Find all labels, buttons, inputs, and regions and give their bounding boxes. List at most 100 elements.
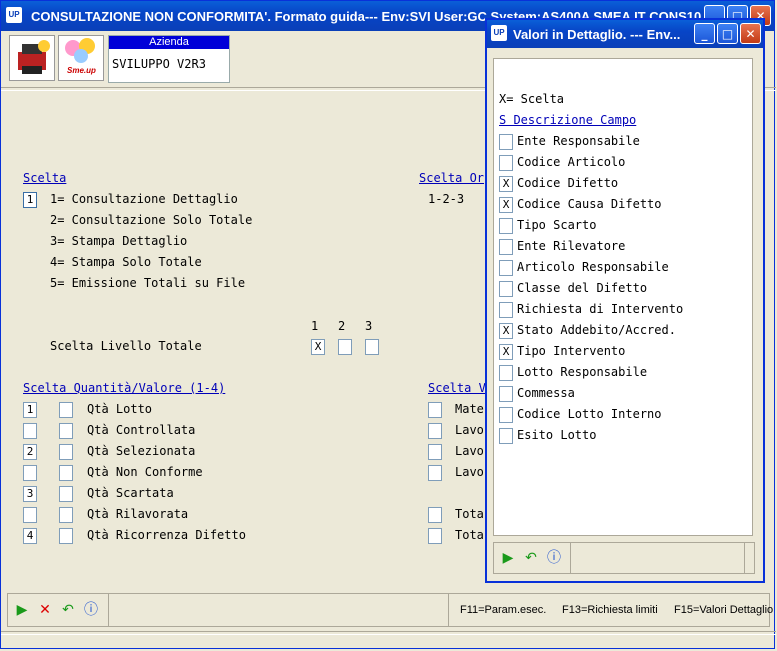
- scelta-option: 3= Stampa Dettaglio: [50, 234, 188, 248]
- quantita-label: Qtà Non Conforme: [87, 465, 203, 479]
- popup-item-label: Tipo Scarto: [517, 218, 597, 232]
- scelta-option: 1= Consultazione Dettaglio: [50, 192, 238, 206]
- popup-header: S Descrizione Campo: [499, 113, 637, 127]
- scelta-v-input[interactable]: [428, 402, 442, 418]
- scelta-v-label: Lavo: [455, 465, 484, 479]
- popup-item-label: Codice Causa Difetto: [517, 197, 662, 211]
- livello-col-2: 2: [338, 319, 346, 333]
- f13-key[interactable]: F13=Richiesta limiti: [562, 604, 658, 616]
- quantita-label: Qtà Ricorrenza Difetto: [87, 528, 246, 542]
- popup-body: [493, 58, 753, 536]
- livello-1-checkbox[interactable]: X: [311, 339, 325, 355]
- quantita-num-input[interactable]: 2: [23, 444, 37, 460]
- play-icon[interactable]: ▶: [500, 550, 516, 566]
- quantita-num-input[interactable]: [23, 423, 37, 439]
- popup-item-label: Ente Rilevatore: [517, 239, 626, 253]
- popup-maximize-button[interactable]: □: [717, 23, 738, 44]
- play-icon[interactable]: ▶: [14, 602, 30, 618]
- quantita-check-input[interactable]: [59, 486, 73, 502]
- livello-label: Scelta Livello Totale: [50, 339, 202, 353]
- popup-select-checkbox[interactable]: [499, 218, 513, 234]
- popup-select-checkbox[interactable]: [499, 386, 513, 402]
- popup-item-label: Commessa: [517, 386, 575, 400]
- refresh-icon[interactable]: ↶: [60, 602, 76, 618]
- popup-close-button[interactable]: ✕: [740, 23, 761, 44]
- livello-3-checkbox[interactable]: [365, 339, 379, 355]
- quantita-check-input[interactable]: [59, 444, 73, 460]
- popup-item-label: Codice Articolo: [517, 155, 626, 169]
- quantita-check-input[interactable]: [59, 528, 73, 544]
- printer-logo-icon[interactable]: [9, 35, 55, 81]
- popup-titlebar[interactable]: UP Valori in Dettaglio. --- Env... _ □ ✕: [487, 20, 763, 48]
- quantita-label: Qtà Lotto: [87, 402, 153, 416]
- popup-title: Valori in Dettaglio. --- Env...: [513, 27, 681, 42]
- scelta-option: 4= Stampa Solo Totale: [50, 255, 202, 269]
- scelta-v-label: Lavo: [455, 444, 484, 458]
- scelta-v-label: Tota: [455, 507, 484, 521]
- popup-window: UP Valori in Dettaglio. --- Env... _ □ ✕…: [485, 18, 765, 583]
- scelta-v-label: Mate: [455, 402, 484, 416]
- quantita-check-input[interactable]: [59, 423, 73, 439]
- f11-key[interactable]: F11=Param.esec.: [460, 604, 546, 616]
- popup-select-checkbox[interactable]: [499, 302, 513, 318]
- scelta-v-input[interactable]: [428, 423, 442, 439]
- popup-item-label: Classe del Difetto: [517, 281, 648, 295]
- popup-select-checkbox[interactable]: [499, 134, 513, 150]
- popup-select-checkbox[interactable]: [499, 239, 513, 255]
- popup-select-checkbox[interactable]: X: [499, 323, 513, 339]
- livello-2-checkbox[interactable]: [338, 339, 352, 355]
- quantita-num-input[interactable]: 1: [23, 402, 37, 418]
- popup-select-checkbox[interactable]: [499, 260, 513, 276]
- popup-select-checkbox[interactable]: [499, 155, 513, 171]
- scelta-header: Scelta: [23, 171, 67, 185]
- azienda-panel: Azienda SVILUPPO V2R3: [108, 35, 230, 83]
- quantita-check-input[interactable]: [59, 507, 73, 523]
- popup-legend: X= Scelta: [499, 92, 565, 106]
- quantita-label: Qtà Selezionata: [87, 444, 196, 458]
- popup-select-checkbox[interactable]: X: [499, 176, 513, 192]
- scelta-v-input[interactable]: [428, 507, 442, 523]
- popup-item-label: Ente Responsabile: [517, 134, 640, 148]
- scelta-ord-range: 1-2-3: [428, 192, 465, 206]
- popup-select-checkbox[interactable]: X: [499, 197, 513, 213]
- scelta-option: 2= Consultazione Solo Totale: [50, 213, 253, 227]
- popup-item-label: Esito Lotto: [517, 428, 597, 442]
- quantita-num-input[interactable]: [23, 465, 37, 481]
- livello-col-1: 1: [311, 319, 319, 333]
- popup-item-label: Tipo Intervento: [517, 344, 626, 358]
- info-icon[interactable]: ⓘ: [546, 550, 562, 566]
- popup-item-label: Richiesta di Intervento: [517, 302, 684, 316]
- popup-select-checkbox[interactable]: X: [499, 344, 513, 360]
- quantita-num-input[interactable]: 3: [23, 486, 37, 502]
- popup-select-checkbox[interactable]: [499, 365, 513, 381]
- scelta-input[interactable]: 1: [23, 192, 37, 208]
- popup-minimize-button[interactable]: _: [694, 23, 715, 44]
- popup-select-checkbox[interactable]: [499, 407, 513, 423]
- quantita-num-input[interactable]: [23, 507, 37, 523]
- scelta-v-label: Lavo: [455, 423, 484, 437]
- f15-key[interactable]: F15=Valori Dettaglio: [674, 604, 773, 616]
- livello-col-3: 3: [365, 319, 373, 333]
- bottom-divider: [1, 631, 776, 635]
- smeup-logo-text: Sme.up: [67, 66, 96, 75]
- azienda-label: Azienda: [109, 36, 229, 49]
- popup-command-bar: ▶ ↶ ⓘ: [493, 542, 755, 574]
- popup-item-label: Codice Lotto Interno: [517, 407, 662, 421]
- quantita-num-input[interactable]: 4: [23, 528, 37, 544]
- popup-item-label: Lotto Responsabile: [517, 365, 648, 379]
- scelta-v-input[interactable]: [428, 528, 442, 544]
- info-icon[interactable]: ⓘ: [83, 602, 99, 618]
- scelta-v-input[interactable]: [428, 444, 442, 460]
- scelta-v-input[interactable]: [428, 465, 442, 481]
- popup-select-checkbox[interactable]: [499, 428, 513, 444]
- popup-item-label: Articolo Responsabile: [517, 260, 669, 274]
- quantita-check-input[interactable]: [59, 465, 73, 481]
- cancel-icon[interactable]: ✕: [37, 602, 53, 618]
- divider: [108, 594, 109, 626]
- popup-select-checkbox[interactable]: [499, 281, 513, 297]
- refresh-icon[interactable]: ↶: [523, 550, 539, 566]
- popup-item-label: Stato Addebito/Accred.: [517, 323, 676, 337]
- quantita-label: Qtà Rilavorata: [87, 507, 189, 521]
- smeup-logo-icon[interactable]: Sme.up: [58, 35, 104, 81]
- quantita-check-input[interactable]: [59, 402, 73, 418]
